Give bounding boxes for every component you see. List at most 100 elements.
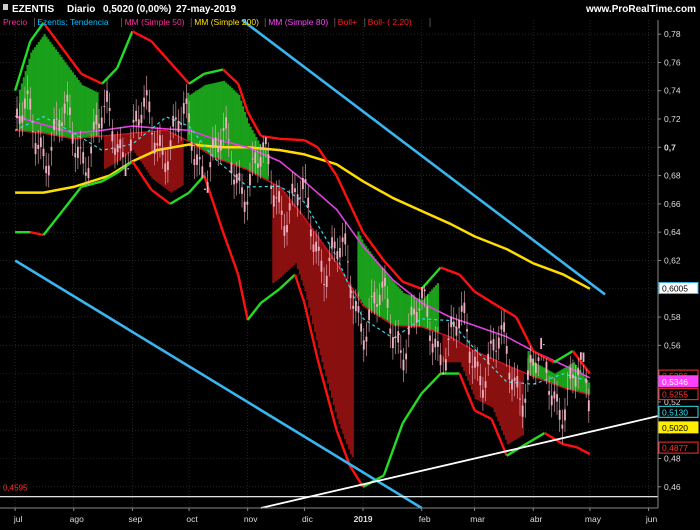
candle-body [114, 148, 116, 155]
legend-item[interactable]: MM (Simple 80) [268, 17, 328, 27]
x-tick-label: oct [186, 514, 198, 524]
candle-body [542, 344, 545, 346]
period-label[interactable]: Diario [67, 4, 95, 15]
x-tick-label: mar [470, 514, 485, 524]
candle-body [177, 120, 180, 133]
cloud-bull [359, 235, 362, 300]
dropdown-icon[interactable] [3, 4, 8, 10]
candle-body [476, 361, 479, 367]
cloud-bear [519, 370, 523, 437]
candle-body [360, 323, 363, 332]
candle-body [79, 147, 82, 149]
cloud-bear [470, 348, 474, 390]
candle-body [180, 122, 183, 125]
candle-body [188, 113, 190, 123]
y-tick-label: 0,62 [664, 255, 681, 265]
legend-item[interactable]: Precio [3, 17, 27, 27]
candle-body [513, 377, 516, 382]
candle-body [336, 251, 339, 259]
cloud-bull [434, 285, 438, 332]
cloud-bull [39, 39, 42, 133]
cloud-bull [436, 283, 439, 333]
candle-body [156, 143, 159, 146]
cloud-bull [378, 264, 381, 316]
cloud-bear [166, 130, 169, 190]
candle-body [129, 139, 132, 151]
candle-body [283, 226, 286, 236]
price-chart[interactable]: 0,460,480,50,520,540,560,580,60,620,640,… [0, 0, 700, 525]
candle-body [278, 191, 280, 203]
candle-body [296, 194, 299, 206]
candle-body [225, 117, 228, 129]
cloud-bull [389, 278, 392, 324]
cloud-bear [457, 341, 460, 363]
quote-label: 0,5020 (0,00%) [103, 4, 171, 15]
cloud-bull [230, 87, 233, 164]
candle-body [267, 154, 270, 165]
cloud-bull [200, 87, 203, 149]
candle-body [437, 341, 439, 347]
cloud-bull [18, 89, 22, 131]
candle-body [82, 152, 85, 164]
cloud-bull [228, 86, 231, 163]
cloud-bear [444, 334, 447, 363]
cloud-bear [442, 334, 445, 363]
cloud-bear [296, 208, 300, 269]
cloud-bear [294, 206, 298, 264]
candle-body [32, 131, 34, 133]
cloud-bull [395, 284, 398, 326]
candle-body [561, 424, 564, 429]
legend-item[interactable]: Ezentis: Tendencia [37, 17, 108, 27]
legend-item[interactable]: MM (Simple 50) [125, 17, 185, 27]
candle-body [106, 90, 108, 102]
candle-body [61, 122, 63, 126]
candle-body [132, 119, 135, 123]
candle-body [482, 389, 484, 398]
candle-body [447, 338, 450, 341]
x-tick-label: feb [419, 514, 431, 524]
cloud-bear [321, 241, 324, 363]
candle-body [18, 116, 21, 124]
cloud-bull [206, 84, 209, 153]
price-label: 0,5346 [662, 377, 688, 387]
cloud-bull [194, 91, 197, 146]
candle-body [159, 135, 161, 146]
cloud-bear [495, 360, 498, 417]
cloud-bull [588, 382, 591, 395]
cloud-bull [209, 83, 213, 155]
candle-body [167, 161, 169, 171]
cloud-bear [461, 343, 464, 367]
candle-body [291, 183, 294, 194]
candle-body [302, 177, 304, 190]
cloud-bear [298, 210, 301, 275]
candle-body [251, 158, 254, 160]
candle-body [516, 376, 519, 388]
y-tick-label: 0,76 [664, 57, 681, 67]
candle-body [315, 241, 318, 252]
cloud-bear [172, 133, 175, 192]
candle-body [545, 361, 548, 373]
legend-item[interactable]: Boll- ( 2.20) [368, 17, 412, 27]
cloud-bull [32, 49, 35, 133]
cloud-bull [75, 77, 78, 139]
candle-body [214, 137, 217, 146]
candle-body [217, 145, 220, 153]
candle-body [418, 308, 421, 311]
cloud-bear [351, 287, 354, 458]
y-tick-label: 0,64 [664, 227, 681, 237]
candle-body [137, 119, 140, 126]
candle-body [26, 90, 29, 95]
low-annotation: 0,4595 [3, 483, 28, 492]
cloud-bull [83, 85, 86, 138]
cloud-bear [141, 132, 145, 165]
legend-item[interactable]: Boll+ [338, 17, 357, 27]
candle-body [47, 165, 50, 176]
candle-body [569, 367, 572, 379]
candle-body [111, 131, 114, 142]
legend-item[interactable]: MM (Simple 200) [194, 17, 259, 27]
candle-body [325, 275, 328, 287]
candle-body [468, 351, 471, 363]
cloud-bull [190, 93, 194, 143]
cloud-bear [173, 134, 177, 191]
cloud-bear [336, 263, 339, 419]
